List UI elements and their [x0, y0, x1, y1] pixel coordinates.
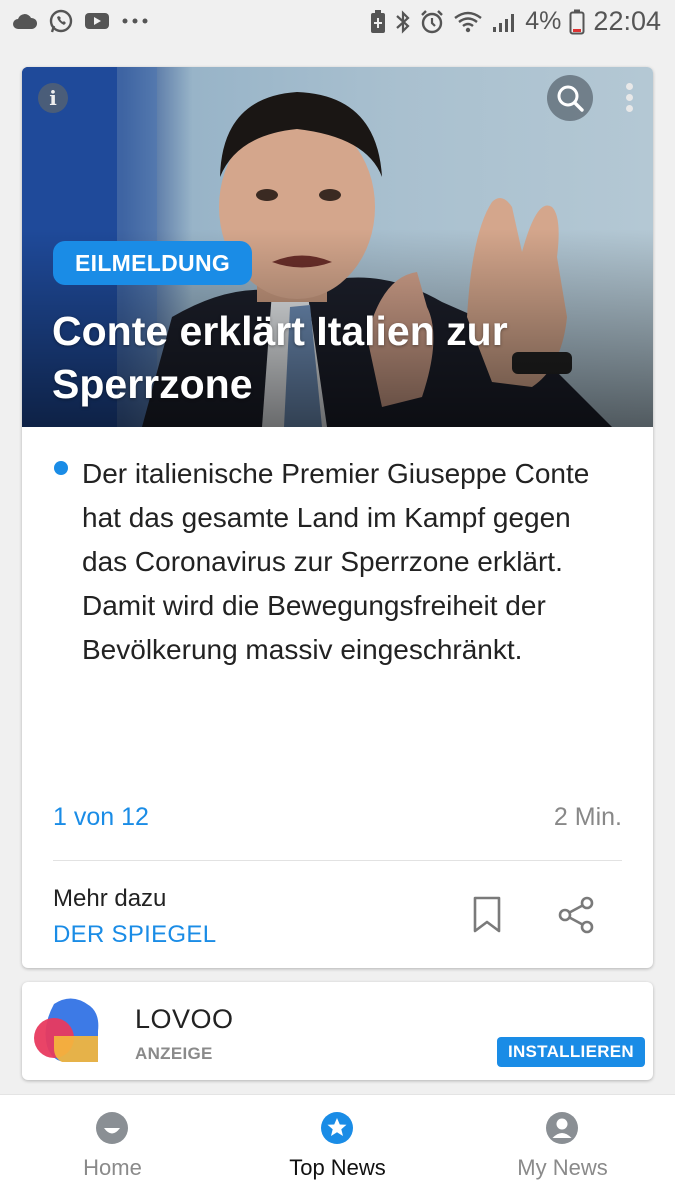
- battery-saver-icon: [371, 9, 386, 33]
- news-card[interactable]: i EILMELDUNG Conte erklärt Italien zur S…: [22, 67, 653, 968]
- share-button[interactable]: [556, 895, 596, 935]
- read-time: 2 Min.: [553, 803, 622, 831]
- system-icons: 4% 22:04: [369, 6, 661, 37]
- bullet-dot: [54, 461, 68, 475]
- nav-home-label: Home: [83, 1155, 142, 1180]
- bottom-navigation: Home Top News My News: [0, 1094, 675, 1200]
- person-icon: [546, 1112, 578, 1144]
- more-label: Mehr dazu: [53, 885, 167, 912]
- battery-icon: [569, 9, 585, 34]
- wifi-icon: [454, 11, 483, 32]
- nav-top-news-label: Top News: [289, 1155, 386, 1180]
- ad-app-name: LOVOO: [135, 1004, 234, 1034]
- hero-image: i EILMELDUNG Conte erklärt Italien zur S…: [22, 67, 653, 427]
- nav-home[interactable]: Home: [0, 1095, 225, 1200]
- ad-card[interactable]: LOVOO ANZEIGE INSTALLIEREN: [22, 982, 653, 1080]
- bookmark-icon: [473, 896, 501, 933]
- article-headline[interactable]: Conte erklärt Italien zur Sperrzone: [52, 305, 632, 411]
- search-button[interactable]: [547, 75, 593, 121]
- notification-icons: [12, 8, 150, 34]
- bluetooth-icon: [396, 9, 410, 34]
- breaking-news-badge: EILMELDUNG: [53, 241, 253, 285]
- ad-label: ANZEIGE: [135, 1044, 213, 1063]
- cloud-icon: [13, 14, 38, 29]
- article-summary: Der italienische Premier Giuseppe Conte …: [82, 458, 590, 665]
- info-icon[interactable]: i: [38, 83, 68, 113]
- star-icon: [321, 1112, 353, 1144]
- youtube-icon: [85, 13, 109, 29]
- overflow-menu-icon[interactable]: [618, 80, 640, 116]
- install-button[interactable]: INSTALLIEREN: [496, 1037, 645, 1067]
- more-notifications-icon: [122, 18, 148, 24]
- whatsapp-icon: [49, 9, 73, 33]
- search-icon: [557, 85, 584, 112]
- smiley-icon: [96, 1112, 128, 1144]
- signal-icon: [493, 13, 515, 32]
- clock: 22:04: [593, 6, 661, 36]
- source-link[interactable]: DER SPIEGEL: [53, 921, 216, 949]
- divider: [53, 860, 622, 861]
- bookmark-button[interactable]: [470, 895, 504, 935]
- alarm-icon: [421, 9, 444, 33]
- share-icon: [558, 896, 594, 934]
- nav-my-news[interactable]: My News: [450, 1095, 675, 1200]
- status-bar: 4% 22:04: [0, 0, 675, 46]
- nav-my-news-label: My News: [517, 1155, 608, 1180]
- battery-percent: 4%: [525, 7, 562, 35]
- nav-top-news[interactable]: Top News: [225, 1095, 450, 1200]
- page-counter: 1 von 12: [53, 803, 149, 831]
- lovoo-logo-icon: [34, 998, 99, 1062]
